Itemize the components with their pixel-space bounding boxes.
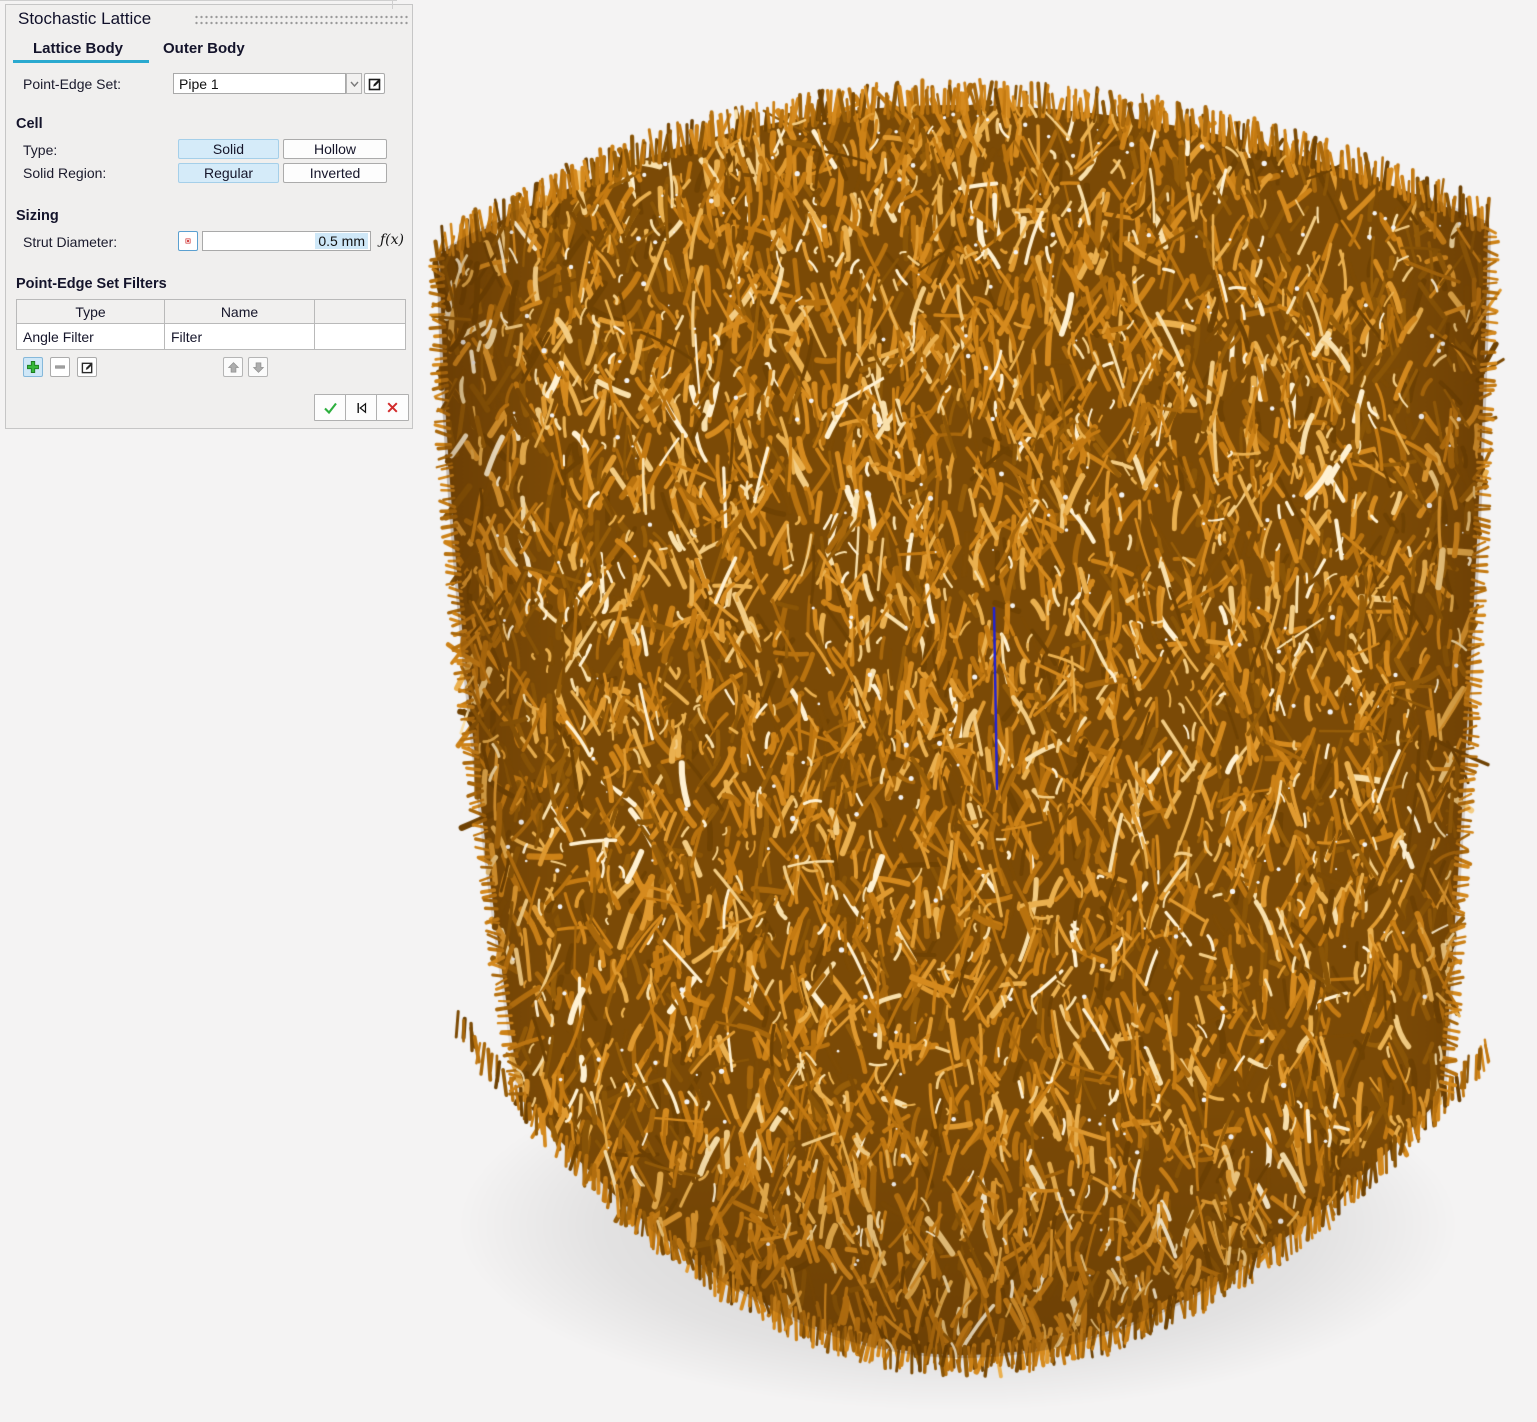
filters-section-heading: Point-Edge Set Filters [16,276,167,292]
active-tab-underline [13,60,149,63]
arrow-up-icon [227,361,240,374]
type-solid-button[interactable]: Solid [178,139,279,159]
tab-outer-body[interactable]: Outer Body [163,40,245,57]
move-filter-down-button[interactable] [248,357,268,377]
arrow-down-icon [252,361,265,374]
chevron-down-icon [350,81,359,87]
edit-filter-button[interactable] [77,357,97,377]
filter-row-extra [315,324,406,350]
type-hollow-button[interactable]: Hollow [283,139,387,159]
region-inverted-button[interactable]: Inverted [283,163,387,183]
edit-point-edge-set-button[interactable] [364,73,385,94]
cell-section-heading: Cell [16,116,43,132]
filter-row[interactable]: Angle Filter Filter [17,324,406,350]
add-filter-button[interactable] [23,357,43,377]
tab-lattice-body[interactable]: Lattice Body [33,40,123,57]
region-regular-button[interactable]: Regular [178,163,279,183]
ok-button[interactable] [314,394,346,421]
close-x-icon [386,401,399,414]
fx-expression-button[interactable]: ƒ(x) [380,232,404,248]
filter-row-type: Angle Filter [17,324,165,350]
dialog-title: Stochastic Lattice [18,9,151,29]
filters-col-type[interactable]: Type [17,300,165,324]
point-edge-set-value: Pipe 1 [179,76,219,92]
filters-col-name[interactable]: Name [165,300,315,324]
cancel-button[interactable] [376,394,409,421]
bar-left-triangle-icon [354,401,368,415]
edit-pencil-icon [81,361,94,374]
sizing-section-heading: Sizing [16,208,59,224]
plus-icon [26,360,40,374]
solid-region-label: Solid Region: [23,165,106,181]
move-filter-up-button[interactable] [223,357,243,377]
point-edge-set-dropdown-button[interactable] [346,73,362,94]
point-edge-set-select[interactable]: Pipe 1 [173,73,346,94]
apply-reset-button[interactable] [345,394,377,421]
dimension-target-icon [185,234,191,248]
stochastic-lattice-dialog: Stochastic Lattice Lattice Body Outer Bo… [5,4,413,429]
filters-table: Type Name Angle Filter Filter [16,299,406,350]
strut-diameter-input[interactable]: 0.5 mm [202,231,371,251]
edit-pencil-icon [368,77,382,91]
minus-icon [54,361,66,373]
filter-row-name: Filter [165,324,315,350]
window-edge-artifact [0,0,397,1]
strut-diameter-value: 0.5 mm [315,233,368,249]
filters-header-row: Type Name [17,300,406,324]
type-label: Type: [23,142,57,158]
checkmark-icon [323,401,338,415]
remove-filter-button[interactable] [50,357,70,377]
point-edge-set-label: Point-Edge Set: [23,76,121,92]
strut-diameter-label: Strut Diameter: [23,234,117,250]
window-edge-artifact-tick [392,0,393,9]
filters-col-extra[interactable] [315,300,406,324]
panel-drag-handle[interactable] [194,13,408,25]
strut-diameter-pick-button[interactable] [178,231,198,251]
